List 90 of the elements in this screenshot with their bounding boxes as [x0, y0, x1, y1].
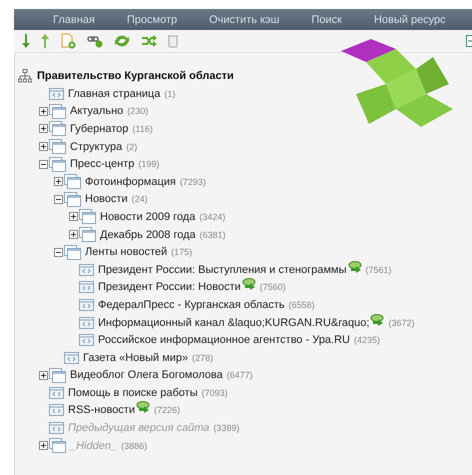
- item-count: (7093): [202, 388, 228, 398]
- expand-icon[interactable]: [39, 106, 48, 116]
- down-arrow-icon[interactable]: [22, 34, 30, 48]
- tree-item[interactable]: RSS-новости: [68, 404, 150, 416]
- tree-item[interactable]: Российское информационное агентство - Ура.RU: [98, 334, 350, 346]
- tree-item[interactable]: Президент России: Выступления и стенограммы: [98, 264, 362, 276]
- tree-root[interactable]: Правительство Курганской области: [15, 67, 472, 85]
- menu-link[interactable]: Поиск: [311, 14, 342, 26]
- item-count: (6381): [200, 230, 226, 240]
- item-count: (2): [126, 142, 138, 152]
- tree-item[interactable]: Видеоблог Олега Богомолова: [70, 369, 223, 382]
- tree-item[interactable]: ФедералПресс - Курганская область: [98, 298, 285, 311]
- collapse-icon[interactable]: [54, 248, 63, 257]
- tree-item[interactable]: Губернатор: [70, 122, 128, 135]
- web-page-icon: [79, 264, 94, 276]
- stacked-windows-icon: [79, 227, 96, 242]
- item-count: (3389): [213, 423, 240, 434]
- item-count: (199): [138, 159, 160, 170]
- item-count: (4235): [354, 335, 380, 346]
- window-icon[interactable]: [466, 35, 472, 47]
- stacked-windows-icon: [49, 139, 66, 154]
- web-page-icon: [79, 298, 94, 311]
- web-page-icon: [49, 422, 64, 434]
- tree-item[interactable]: Газета «Новый мир»: [83, 352, 188, 364]
- item-count: (24): [132, 194, 148, 204]
- item-count: (3886): [121, 440, 148, 451]
- expand-icon[interactable]: [39, 370, 48, 380]
- tree-item[interactable]: Декабрь 2008 года: [100, 228, 196, 241]
- item-count: (1): [164, 88, 176, 99]
- tree-item[interactable]: Президент России: Новости: [98, 281, 256, 294]
- tree-item[interactable]: Ленты новостей: [85, 246, 168, 258]
- speech-bubble-arrow-icon: [370, 314, 384, 326]
- tree-item[interactable]: Фотоинформация: [85, 176, 176, 188]
- tree-item[interactable]: Структура: [70, 140, 122, 153]
- menu-link[interactable]: Просмотр: [126, 14, 178, 26]
- tree-item[interactable]: Пресс-центр: [70, 158, 134, 170]
- tree-item[interactable]: Новости 2009 года: [100, 210, 196, 223]
- stacked-windows-icon: [49, 368, 66, 383]
- new-document-icon[interactable]: [60, 33, 76, 49]
- item-count: (6558): [288, 300, 315, 310]
- item-count: (3424): [199, 212, 226, 222]
- web-page-icon: [49, 386, 64, 399]
- stacked-windows-icon: [64, 244, 81, 260]
- item-count: (278): [192, 352, 214, 363]
- stacked-windows-icon: [49, 438, 66, 454]
- expand-icon[interactable]: [39, 124, 48, 134]
- add-link-icon[interactable]: [87, 34, 103, 48]
- refresh-icon[interactable]: [114, 34, 130, 48]
- item-count: (7560): [260, 282, 286, 292]
- menu-link[interactable]: Новый ресурс: [374, 14, 446, 26]
- collapse-icon[interactable]: [54, 194, 63, 204]
- expand-icon[interactable]: [39, 441, 48, 450]
- web-page-icon: [79, 334, 94, 346]
- expand-icon[interactable]: [39, 142, 48, 152]
- item-count: (7293): [180, 176, 206, 187]
- tree-root-title: Правительство Курганской области: [37, 70, 234, 82]
- web-page-icon: [49, 404, 64, 416]
- item-count: (3672): [388, 318, 414, 328]
- item-count: (6477): [226, 370, 253, 380]
- menu-link[interactable]: Очистить кэш: [209, 14, 280, 26]
- tree-item[interactable]: Главная страница: [68, 88, 160, 100]
- item-count: (7226): [154, 405, 180, 416]
- tree-item[interactable]: Новости: [85, 193, 128, 206]
- sitemap-icon: [18, 69, 32, 83]
- shuffle-arrows-icon[interactable]: [141, 35, 157, 47]
- expand-icon[interactable]: [69, 212, 78, 222]
- stacked-windows-icon: [64, 174, 81, 190]
- tree-item[interactable]: Информационный канал &laquo;KURGAN.RU&raquo;: [98, 316, 384, 329]
- speech-bubble-arrow-icon: [242, 278, 256, 290]
- stacked-windows-icon: [79, 209, 96, 224]
- web-page-icon: [64, 352, 79, 364]
- collapse-icon[interactable]: [39, 160, 48, 169]
- item-count: (116): [132, 124, 153, 134]
- web-page-icon: [79, 281, 94, 294]
- menu-link[interactable]: Главная: [53, 14, 95, 26]
- stacked-windows-icon: [64, 192, 81, 207]
- item-count: (175): [171, 247, 192, 258]
- stacked-windows-icon: [49, 121, 66, 136]
- stacked-windows-icon: [49, 156, 66, 172]
- item-count: (7561): [366, 264, 392, 275]
- tree-item[interactable]: Помощь в поиске работы: [68, 386, 198, 399]
- speech-bubble-arrow-icon: [136, 401, 150, 414]
- speech-bubble-arrow-icon: [348, 260, 362, 273]
- stacked-windows-icon: [49, 104, 66, 119]
- web-page-icon: [49, 88, 64, 100]
- web-page-icon: [79, 316, 94, 329]
- item-count: (230): [127, 106, 148, 116]
- tree-item[interactable]: Актуально: [70, 105, 124, 118]
- expand-icon[interactable]: [54, 177, 63, 186]
- expand-icon[interactable]: [69, 230, 78, 240]
